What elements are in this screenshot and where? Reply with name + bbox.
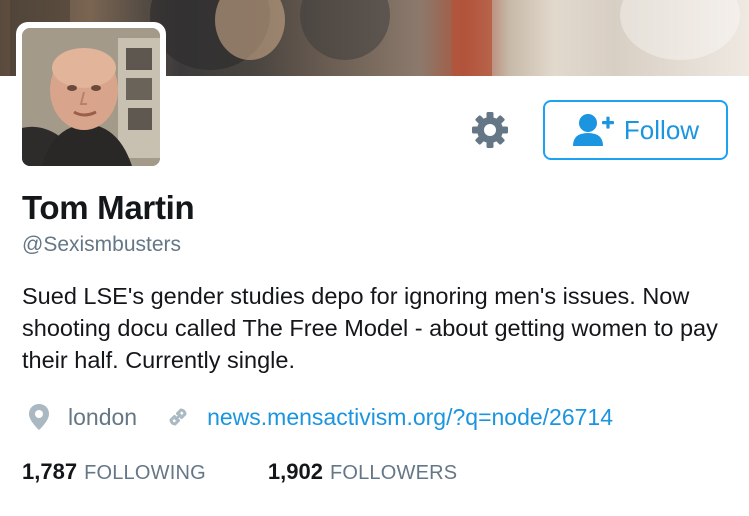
following-label: FOLLOWING [84, 462, 206, 484]
avatar[interactable] [22, 28, 160, 166]
profile-meta: london news.mensactivism.org/?q=node/267… [28, 400, 613, 434]
gear-icon[interactable] [470, 110, 510, 150]
link-icon [169, 408, 187, 426]
follow-button-label: Follow [623, 114, 700, 145]
location-pin-icon [29, 404, 49, 430]
avatar-frame [16, 22, 166, 172]
profile-website-link[interactable]: news.mensactivism.org/?q=node/26714 [207, 404, 613, 431]
followers-count: 1,902 [267, 459, 323, 484]
avatar-photo [22, 28, 160, 166]
following-stat[interactable]: 1,787 FOLLOWING [22, 459, 206, 485]
following-count: 1,787 [22, 459, 78, 484]
followers-stat[interactable]: 1,902 FOLLOWERS [268, 459, 457, 485]
profile-bio: Sued LSE's gender studies depo for ignor… [22, 283, 718, 373]
profile-handle: @Sexismbusters [22, 233, 182, 256]
followers-label: FOLLOWERS [329, 462, 458, 484]
add-user-icon [572, 114, 614, 146]
profile-name: Tom Martin [22, 189, 195, 226]
follow-button[interactable]: Follow [543, 100, 728, 160]
profile-stats: 1,787 FOLLOWING 1,902 FOLLOWERS [22, 459, 457, 485]
profile-location: london [68, 403, 138, 430]
profile-card: Follow Tom Martin @Sexismbusters Sued LS… [0, 0, 749, 516]
